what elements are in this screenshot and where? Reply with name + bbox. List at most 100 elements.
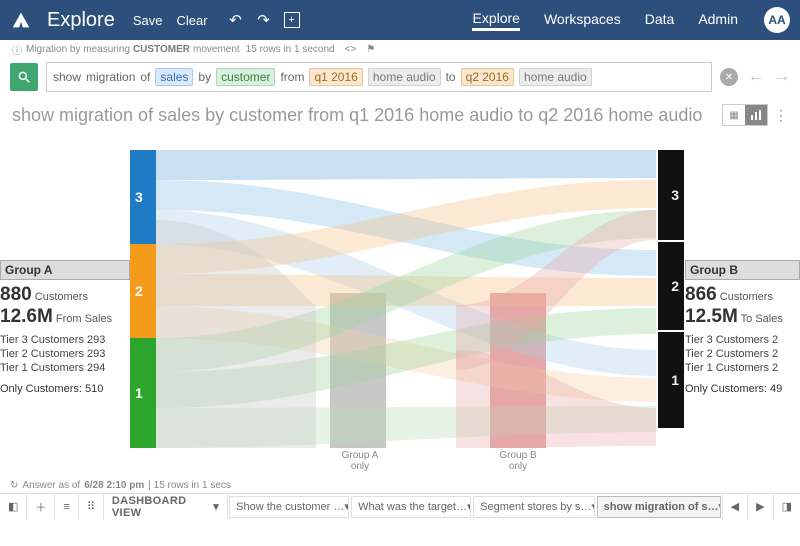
left-tier2-seg[interactable]: 2 <box>130 244 156 338</box>
grid-icon[interactable]: ⠿ <box>79 494 104 520</box>
group-a-metric-label: From Sales <box>53 313 112 325</box>
group-a-tier3: Tier 3 Customers 293 <box>0 334 130 348</box>
more-menu-icon[interactable]: ⋮ <box>774 107 788 124</box>
group-b-only: Only Customers: 49 <box>685 383 800 395</box>
query-word: to <box>446 70 456 84</box>
group-b-tier2: Tier 2 Customers 2 <box>685 348 800 362</box>
hint-meta: 15 rows in 1 second <box>246 44 335 55</box>
query-input[interactable]: show migration of sales by customer from… <box>46 62 712 92</box>
tier-label: 3 <box>135 189 143 205</box>
undo-icon[interactable]: ↶ <box>226 11 246 29</box>
right-tier3-seg[interactable]: 3 <box>658 150 684 240</box>
pinboard-item-active[interactable]: show migration of s…▾ <box>597 496 721 518</box>
sankey-flows <box>156 150 656 448</box>
search-button[interactable] <box>10 63 38 91</box>
bottom-toolbar: ◧ ＋ ≡ ⠿ DASHBOARD VIEW ▾ Show the custom… <box>0 493 800 519</box>
search-icon <box>17 70 31 84</box>
hint-bold: CUSTOMER <box>133 44 190 55</box>
info-icon: ⓘ <box>12 42 22 57</box>
query-pill-sales[interactable]: sales <box>155 68 193 86</box>
query-pill-q2[interactable]: q2 2016 <box>461 68 514 86</box>
user-avatar[interactable]: AA <box>764 7 790 33</box>
tier-label: 2 <box>135 283 143 299</box>
group-a-header: Group A <box>0 260 130 280</box>
left-tier3-seg[interactable]: 3 <box>130 150 156 244</box>
tier-label: 3 <box>671 187 679 203</box>
nav-back-icon[interactable]: ← <box>748 68 764 86</box>
query-word: of <box>140 70 150 84</box>
group-b-panel: Group B 866 Customers 12.5M To Sales Tie… <box>685 260 800 395</box>
nav-tab-workspaces[interactable]: Workspaces <box>544 11 621 29</box>
pinboard-item[interactable]: Show the customer …▾ <box>229 496 349 518</box>
add-pin-icon[interactable]: ＋ <box>27 494 55 520</box>
query-word: show <box>53 70 81 84</box>
tier-label: 2 <box>671 278 679 294</box>
meta-asof: Answer as of <box>22 480 80 491</box>
query-word: by <box>198 70 211 84</box>
group-b-header: Group B <box>685 260 800 280</box>
code-icon[interactable]: <> <box>345 44 357 55</box>
clear-query-icon[interactable]: ✕ <box>720 68 738 86</box>
nav-tab-data[interactable]: Data <box>645 11 675 29</box>
group-a-only: Only Customers: 510 <box>0 383 130 395</box>
meta-ts: 6/28 2:10 pm <box>84 480 144 491</box>
group-b-count-label: Customers <box>717 291 773 303</box>
pinboard-item[interactable]: What was the target…▾ <box>351 496 471 518</box>
right-tier2-seg[interactable]: 2 <box>658 242 684 330</box>
hint-pre: Migration by measuring <box>26 44 130 55</box>
view-toggle: ▦ <box>722 104 768 126</box>
refresh-icon[interactable]: ↻ <box>10 480 18 491</box>
group-b-only-label: Group B only <box>478 450 558 472</box>
list-icon[interactable]: ≡ <box>55 494 78 520</box>
group-a-metric: 12.6M <box>0 306 53 327</box>
add-box-icon[interactable]: + <box>282 12 302 28</box>
query-pill-q1[interactable]: q1 2016 <box>309 68 362 86</box>
query-word: from <box>280 70 304 84</box>
answer-meta: ↻ Answer as of 6/28 2:10 pm | 15 rows in… <box>0 478 800 493</box>
top-nav: Explore Save Clear ↶ ↷ + Explore Workspa… <box>0 0 800 40</box>
group-b-metric-label: To Sales <box>738 313 783 325</box>
save-action[interactable]: Save <box>133 13 163 28</box>
answer-title: show migration of sales by customer from… <box>12 105 722 126</box>
left-tier1-seg[interactable]: 1 <box>130 338 156 448</box>
nav-tab-admin[interactable]: Admin <box>698 11 738 29</box>
query-word: migration <box>86 70 135 84</box>
group-a-panel: Group A 880 Customers 12.6M From Sales T… <box>0 260 130 395</box>
group-b-tier1: Tier 1 Customers 2 <box>685 362 800 376</box>
dashboard-view-button[interactable]: DASHBOARD VIEW ▾ <box>104 494 228 520</box>
pin-label: What was the target… <box>358 501 467 513</box>
group-a-tier2: Tier 2 Customers 293 <box>0 348 130 362</box>
app-logo-icon <box>10 9 32 31</box>
flag-icon[interactable]: ⚑ <box>366 44 375 55</box>
tier-label: 1 <box>135 385 143 401</box>
title-row: show migration of sales by customer from… <box>0 98 800 130</box>
left-tier-bar: 3 2 1 <box>130 150 156 448</box>
group-a-only-label: Group A only <box>320 450 400 472</box>
redo-icon[interactable]: ↷ <box>254 11 274 29</box>
group-b-metric: 12.5M <box>685 306 738 327</box>
prev-icon[interactable]: ◀ <box>722 494 747 520</box>
meta-rows: | 15 rows in 1 secs <box>148 480 231 491</box>
chart-view-icon[interactable] <box>745 105 767 125</box>
pin-label: Show the customer … <box>236 501 344 513</box>
group-b-count: 866 <box>685 284 717 305</box>
clear-action[interactable]: Clear <box>176 13 207 28</box>
next-icon[interactable]: ▶ <box>747 494 772 520</box>
right-tier1-seg[interactable]: 1 <box>658 332 684 428</box>
hint-post: movement <box>193 44 240 55</box>
nav-tab-explore[interactable]: Explore <box>472 10 519 31</box>
pinboard-item[interactable]: Segment stores by s…▾ <box>473 496 595 518</box>
search-bar: show migration of sales by customer from… <box>0 58 800 98</box>
query-pill-ha2[interactable]: home audio <box>519 68 592 86</box>
panel-right-icon[interactable]: ◨ <box>773 494 800 520</box>
table-view-icon[interactable]: ▦ <box>723 105 745 125</box>
panel-toggle-icon[interactable]: ◧ <box>0 494 27 520</box>
group-b-tier3: Tier 3 Customers 2 <box>685 334 800 348</box>
query-pill-customer[interactable]: customer <box>216 68 275 86</box>
query-pill-ha1[interactable]: home audio <box>368 68 441 86</box>
group-a-count-label: Customers <box>32 291 88 303</box>
group-a-tier1: Tier 1 Customers 294 <box>0 362 130 376</box>
nav-fwd-icon[interactable]: → <box>774 68 790 86</box>
dashboard-view-label: DASHBOARD VIEW <box>112 495 210 519</box>
right-tier-bar: 3 2 1 <box>658 150 684 428</box>
